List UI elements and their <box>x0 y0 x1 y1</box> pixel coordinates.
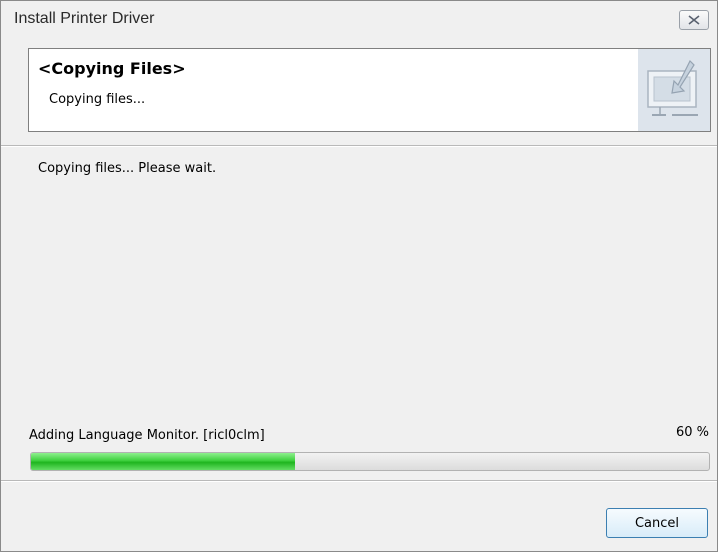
window-title: Install Printer Driver <box>14 10 155 27</box>
install-dialog: Install Printer Driver <Copying Files> C… <box>0 0 718 552</box>
header-title: <Copying Files> <box>38 59 186 78</box>
header-panel: <Copying Files> Copying files... <box>28 48 711 132</box>
close-button[interactable] <box>679 10 709 30</box>
status-message: Copying files... Please wait. <box>38 161 217 176</box>
install-monitor-icon <box>638 49 710 131</box>
close-icon <box>688 15 700 25</box>
progress-bar-fill <box>31 453 296 470</box>
footer-divider <box>1 480 717 482</box>
progress-percent: 60 % <box>675 425 709 440</box>
progress-bar <box>30 452 710 471</box>
header-subtitle: Copying files... <box>49 92 146 107</box>
title-bar: Install Printer Driver <box>1 1 717 39</box>
header-divider <box>1 145 717 147</box>
cancel-button[interactable]: Cancel <box>606 508 708 538</box>
progress-label: Adding Language Monitor. [ricl0clm] <box>29 428 265 443</box>
